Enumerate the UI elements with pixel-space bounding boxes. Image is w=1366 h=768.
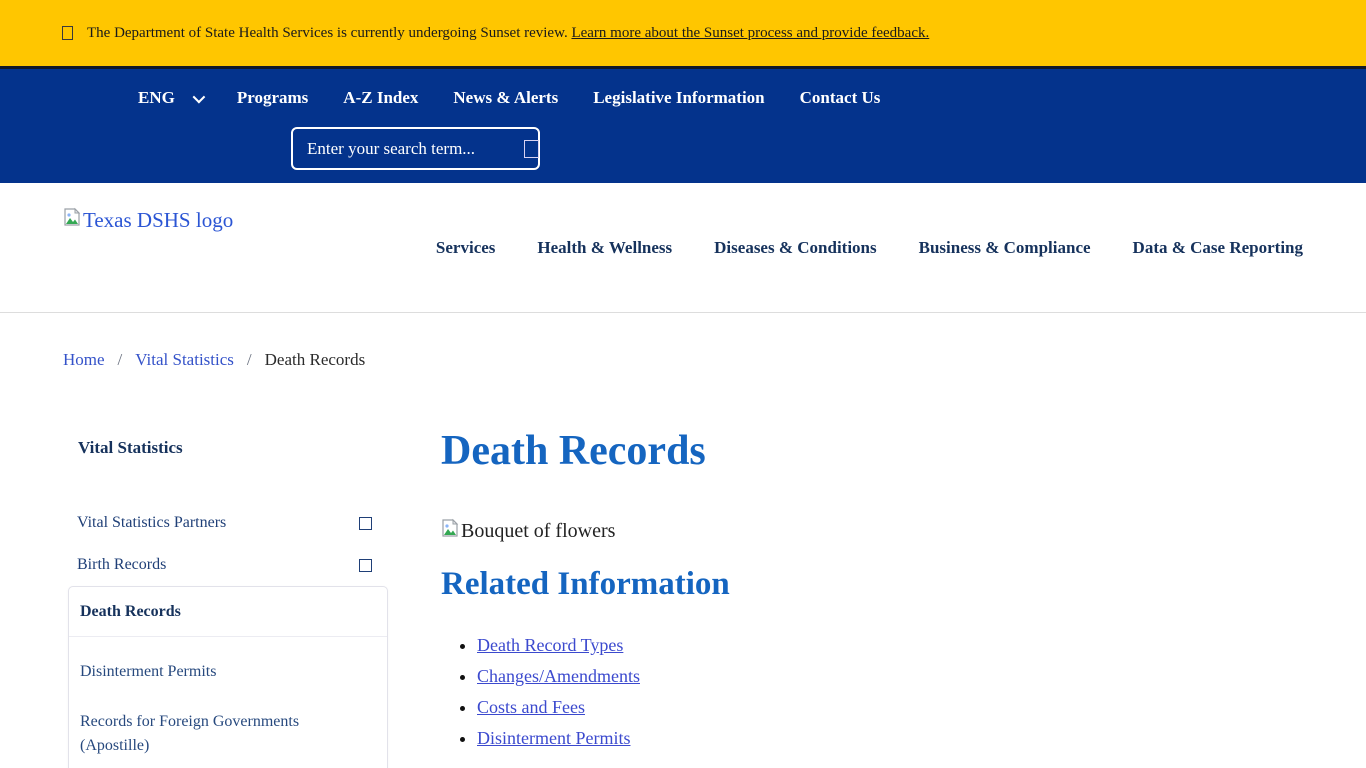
sidebar-item-birth-records[interactable]: Birth Records [63,544,388,586]
page-title: Death Records [441,428,1321,474]
logo-alt-text: Texas DSHS logo [83,208,233,233]
sidebar-item-label: Death Records [80,603,181,621]
list-item: Disinterment Permits [477,728,1321,749]
broken-image-icon [441,518,459,544]
sidebar-title: Vital Statistics [63,438,388,458]
sidebar-active-group: Death Records Disinterment Permits Recor… [68,586,388,768]
link-disinterment-permits[interactable]: Disinterment Permits [477,728,630,748]
link-changes-amendments[interactable]: Changes/Amendments [477,666,640,686]
topnav-item-news-alerts[interactable]: News & Alerts [453,88,558,108]
banner-alert-icon [62,26,73,40]
nav-item-services[interactable]: Services [436,238,495,258]
nav-item-business-compliance[interactable]: Business & Compliance [919,238,1091,258]
breadcrumb: Home / Vital Statistics / Death Records [63,350,365,370]
sunset-review-banner: The Department of State Health Services … [0,0,1366,66]
expand-icon[interactable] [359,559,372,572]
utility-nav: ENG Programs A-Z Index News & Alerts Leg… [138,88,880,108]
bouquet-image-placeholder: Bouquet of flowers [441,518,1321,544]
sidebar-list: Vital Statistics Partners Birth Records … [63,502,388,768]
search-input[interactable] [307,139,516,159]
sunset-feedback-link[interactable]: Learn more about the Sunset process and … [571,25,929,41]
page: The Department of State Health Services … [0,0,1366,768]
broken-image-icon [63,207,81,233]
breadcrumb-current: Death Records [265,350,366,370]
list-item: Changes/Amendments [477,666,1321,687]
banner-text: The Department of State Health Services … [87,25,929,42]
language-dropdown[interactable]: ENG [138,88,202,108]
topnav-item-contact-us[interactable]: Contact Us [800,88,881,108]
main-content: Death Records Bouquet of flowers Related… [441,428,1321,759]
related-links-list: Death Record Types Changes/Amendments Co… [441,635,1321,749]
topnav-item-legislative-information[interactable]: Legislative Information [593,88,764,108]
image-alt-text: Bouquet of flowers [461,520,615,543]
breadcrumb-home[interactable]: Home [63,350,105,370]
sidebar-sublist: Disinterment Permits Records for Foreign… [69,637,387,768]
topnav-item-programs[interactable]: Programs [237,88,308,108]
list-item: Costs and Fees [477,697,1321,718]
expand-icon[interactable] [359,517,372,530]
link-death-record-types[interactable]: Death Record Types [477,635,623,655]
list-item: Death Record Types [477,635,1321,656]
nav-item-diseases-conditions[interactable]: Diseases & Conditions [714,238,876,258]
sidebar-vital-statistics: Vital Statistics Vital Statistics Partne… [63,438,388,768]
breadcrumb-separator: / [247,350,252,370]
link-costs-and-fees[interactable]: Costs and Fees [477,697,585,717]
related-information-title: Related Information [441,566,1321,603]
sidebar-item-label: Birth Records [77,556,166,574]
breadcrumb-separator: / [118,350,123,370]
primary-nav: Services Health & Wellness Diseases & Co… [436,238,1303,258]
sidebar-subitem-disinterment-permits[interactable]: Disinterment Permits [69,647,387,697]
utility-header: ENG Programs A-Z Index News & Alerts Leg… [0,69,1366,183]
sidebar-item-label: Vital Statistics Partners [77,514,226,532]
nav-item-data-case-reporting[interactable]: Data & Case Reporting [1133,238,1303,258]
nav-item-health-wellness[interactable]: Health & Wellness [537,238,672,258]
sidebar-item-death-records[interactable]: Death Records [69,587,387,637]
search-icon[interactable] [524,140,539,158]
sidebar-item-vital-statistics-partners[interactable]: Vital Statistics Partners [63,502,388,544]
breadcrumb-vital-statistics[interactable]: Vital Statistics [135,350,234,370]
search-box [291,127,540,170]
topnav-item-az-index[interactable]: A-Z Index [343,88,418,108]
sidebar-subitem-foreign-governments[interactable]: Records for Foreign Governments (Apostil… [69,697,387,768]
dshs-logo-link[interactable]: Texas DSHS logo [63,207,233,233]
site-header: Texas DSHS logo Services Health & Wellne… [0,183,1366,313]
language-label: ENG [138,88,175,108]
chevron-down-icon [192,90,205,103]
banner-message: The Department of State Health Services … [87,25,568,41]
